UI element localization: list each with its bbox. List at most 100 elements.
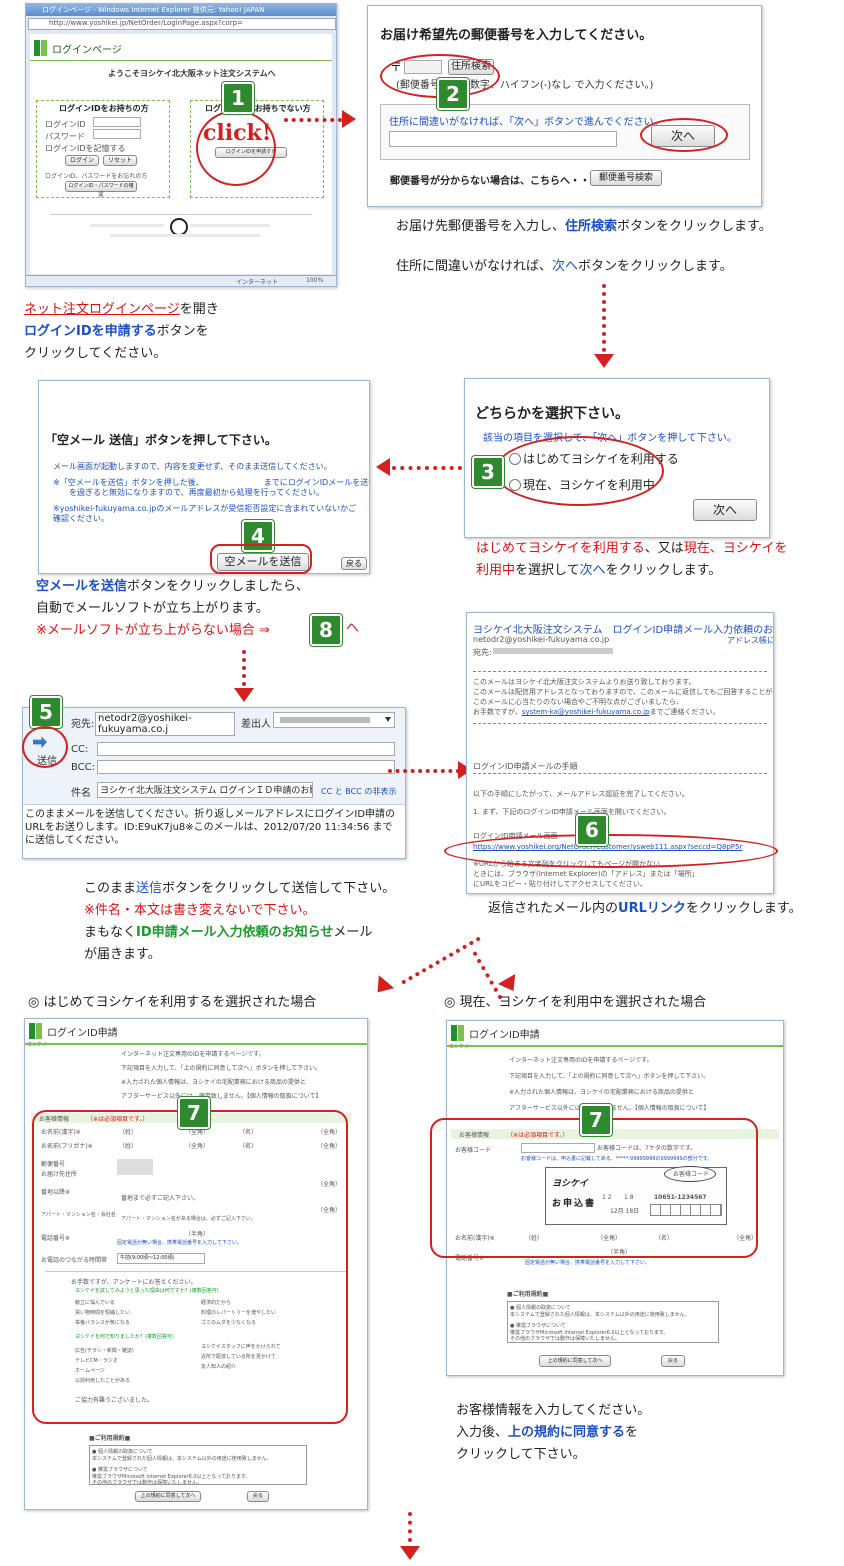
intro-text: ※入力された個人情報は、ヨシケイの宅配業務における商品の提供と (509, 1089, 694, 1096)
reset-button[interactable]: リセット (103, 155, 137, 166)
footer-text-bar (190, 224, 270, 227)
mail-instruction: を過ぎると無効になりますので、再度最初から処理を行ってください。 (53, 488, 325, 497)
from-label: 差出人 (241, 719, 271, 730)
step2-caption-1: お届け先郵便番号を入力し、住所検索ボタンをクリックします。 (396, 216, 772, 238)
mail-body[interactable]: このままメールを送信してください。折り返しメールアドレスにログインID申請のUR… (25, 808, 401, 847)
caption-text: ボタンをクリックしましたら、 (127, 579, 310, 594)
dotted-connector (401, 936, 481, 985)
arrow-down-icon (234, 688, 254, 702)
terms-box[interactable]: ● 個人情報の取扱について 本システムで登録された個人情報は、本システム以外の用… (507, 1301, 719, 1343)
caption-text: をクリックします。 (605, 563, 722, 578)
terms-text: 本システムで登録された個人情報は、本システム以外の用途に使用致しません。 (92, 1456, 272, 1462)
mail-to-blurred (493, 648, 613, 654)
status-zone: インターネット (236, 279, 279, 286)
bcc-field[interactable] (97, 760, 395, 774)
agree-next-button[interactable]: 上の規約に同意して次へ (135, 1491, 201, 1502)
page-header: ログインページ (52, 45, 122, 56)
caption-text: 住所に間違いがなければ、 (396, 259, 553, 274)
page-header: ログインID申請 (47, 1028, 118, 1039)
intro-text: 下記項目を入力して、「上の規約に同意して次へ」ボタンを押して下さい。 (121, 1065, 322, 1072)
terms-title: ■ご利用規約■ (507, 1291, 549, 1298)
postal-search-button[interactable]: 郵便番号検索 (590, 170, 662, 186)
forgot-label: ログインID、パスワードをお忘れの方 (45, 173, 148, 180)
login-page-content: ログインページ ようこそヨシケイ北大阪ネット注文システムへ ログインIDをお持ち… (30, 34, 332, 274)
login-page-link[interactable]: ネット注文ログインページ (24, 302, 180, 317)
header-rule (30, 60, 332, 61)
cc-label: CC: (71, 744, 89, 755)
from-select[interactable] (273, 712, 395, 728)
highlight-circle (494, 436, 664, 506)
select-heading: どちらかを選択下さい。 (475, 406, 629, 422)
password-input[interactable] (93, 129, 141, 139)
address-bar[interactable]: http://www.yoshikei.jp/NetOrder/LoginPag… (28, 18, 336, 30)
status-bar: インターネット 100% (26, 275, 336, 286)
terms-text: ● 推奨ブラウザについて (92, 1467, 148, 1473)
mail-from: netodr2@yoshikei-fukuyama.co.jp (473, 635, 610, 644)
caption-text: クリックして下さい。 (456, 1447, 586, 1462)
terms-text: ● 個人情報の取扱について (92, 1449, 153, 1455)
address-field[interactable] (389, 131, 617, 147)
caption-text: 返信されたメール内の (488, 901, 619, 916)
step3-caption: はじめてヨシケイを利用する、又は現在、ヨシケイを 利用中を選択して次へをクリック… (476, 538, 788, 582)
remember-checkbox[interactable]: ログインIDを記憶する (45, 143, 126, 154)
login-button[interactable]: ログイン (65, 155, 99, 166)
address-prompt: 住所に間違いがなければ、「次へ」ボタンで進んでください。 (389, 117, 664, 128)
caption-emphasis: はじめてヨシケイを利用する (476, 541, 645, 556)
caption-emphasis: 次へ (552, 259, 579, 274)
mail-text: にURLをコピー・貼り付けしてアクセスしてください。 (473, 880, 647, 888)
mail-text: このメールは配信用アドレスとなっておりますので、このメールに返信してもご回答する… (473, 688, 773, 696)
dotted-connector (284, 118, 342, 122)
mail-title: ヨシケイ北大阪注文システム ログインID申請メール入力依頼のお知らせ (473, 625, 774, 636)
caption-text: まもなく (84, 925, 137, 940)
to-field[interactable]: netodr2@yoshikei-fukuyama.co.j (95, 712, 235, 736)
step-badge-2: 2 (436, 77, 470, 111)
subject-label: 件名 (71, 788, 91, 799)
agree-next-button[interactable]: 上の規約に同意して次へ (539, 1355, 611, 1367)
dotted-connector (242, 650, 246, 686)
separator (473, 773, 767, 775)
hide-cc-bcc-link[interactable]: CC と BCC の非表示 (321, 786, 396, 797)
mail-text-post: までご連絡ください。 (649, 708, 720, 716)
add-contact-link[interactable]: アドレス帳に追加 (727, 635, 773, 646)
next-button[interactable]: 次へ (693, 499, 757, 521)
step5-caption: このまま送信ボタンをクリックして送信して下さい。 ※件名・本文は書き変えないで下… (84, 878, 395, 966)
arrow-right-icon (342, 110, 356, 128)
step-badge-3: 3 (471, 455, 505, 489)
header-rule (447, 1045, 783, 1047)
step-badge-5: 5 (29, 695, 63, 729)
back-button[interactable]: 戻る (341, 557, 367, 570)
empty-mail-screenshot: 「空メール 送信」ボタンを押して下さい。 メール画面が起動しますので、内容を変更… (38, 380, 370, 574)
cc-field[interactable] (97, 742, 395, 756)
support-email-link[interactable]: system-ka@yoshikei-fukuyama.co.jp (522, 708, 650, 716)
yoshikei-logo-icon (451, 1025, 465, 1041)
subject-value: ヨシケイ北大阪注文システム ログインＩＤ申請のお願い。 (100, 786, 313, 796)
step6-caption: 返信されたメール内のURLリンクをクリックします。 (488, 898, 802, 920)
highlight-box (210, 544, 312, 574)
caption-emphasis: 送信 (136, 881, 163, 896)
window-title: ログインページ - Windows Internet Explorer 提供元:… (42, 6, 265, 14)
subject-field[interactable]: ヨシケイ北大阪注文システム ログインＩＤ申請のお願い。 (97, 782, 313, 798)
login-page-screenshot: ログインページ - Windows Internet Explorer 提供元:… (25, 3, 337, 287)
arrow-down-icon (400, 1546, 420, 1560)
mail-text: お手数ですが、system-ka@yoshikei-fukuyama.co.jp… (473, 707, 720, 717)
highlight-circle (640, 118, 728, 152)
caption-text: ボタンをクリックします。 (578, 259, 733, 274)
terms-box[interactable]: ● 個人情報の取扱について 本システムで登録された個人情報は、本システム以外の用… (89, 1445, 307, 1485)
mail-heading: 「空メール 送信」ボタンを押して下さい。 (45, 433, 277, 447)
terms-title: ■ご利用規約■ (89, 1435, 131, 1442)
step-badge-6: 6 (575, 813, 609, 847)
caption-emphasis: 利用中 (476, 563, 516, 578)
login-id-label: ログインID (45, 120, 86, 129)
back-button[interactable]: 戻る (661, 1355, 685, 1367)
password-label: パスワード (45, 132, 85, 141)
mail-text: 1. まず、下記のログインID申請メール画面を開いてください。 (473, 808, 671, 816)
back-button[interactable]: 戻る (247, 1491, 269, 1502)
terms-text: ● 推奨ブラウザについて (510, 1323, 566, 1329)
caption-text: お届け先郵便番号を入力し、 (396, 219, 566, 234)
forgot-button[interactable]: ログインID・パスワードの確認 (65, 181, 137, 198)
terms-text: その他のブラウザでは動作は保障いたしません。 (92, 1480, 202, 1485)
arrow-down-icon (594, 354, 614, 368)
arrow-down-left-icon (369, 975, 395, 999)
caption-emphasis: 住所検索 (565, 219, 618, 234)
login-id-input[interactable] (93, 117, 141, 127)
